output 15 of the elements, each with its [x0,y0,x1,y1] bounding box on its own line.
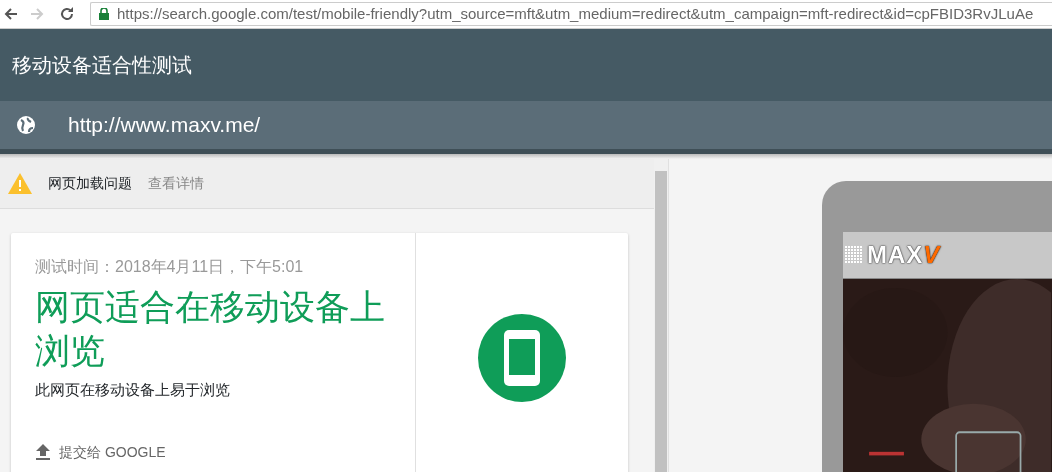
result-description: 此网页在移动设备上易于浏览 [35,380,231,400]
url-input[interactable]: http://www.maxv.me/ [60,109,261,141]
page-title: 移动设备适合性测试 [12,53,192,78]
dots-icon [845,246,863,264]
upload-icon [35,443,51,461]
result-headline: 网页适合在移动设备上浏览 [35,286,386,373]
submit-button[interactable]: 提交给 GOOGLE [35,441,166,463]
address-bar[interactable]: https://search.google.com/test/mobile-friendly?utm_source=mft&utm_medium=redirect&utm_campaign=mft-redirect&id=cpFBID3RvJLuAe [90,2,1052,26]
scrollbar[interactable] [654,159,668,472]
phone-icon [478,314,566,402]
globe-icon [16,115,36,135]
details-link[interactable]: 查看详情 [148,173,204,194]
test-time: 测试时间：2018年4月11日，下午5:01 [35,257,305,277]
warning-icon [8,173,32,194]
warning-text: 网页加载问题 [48,174,132,193]
